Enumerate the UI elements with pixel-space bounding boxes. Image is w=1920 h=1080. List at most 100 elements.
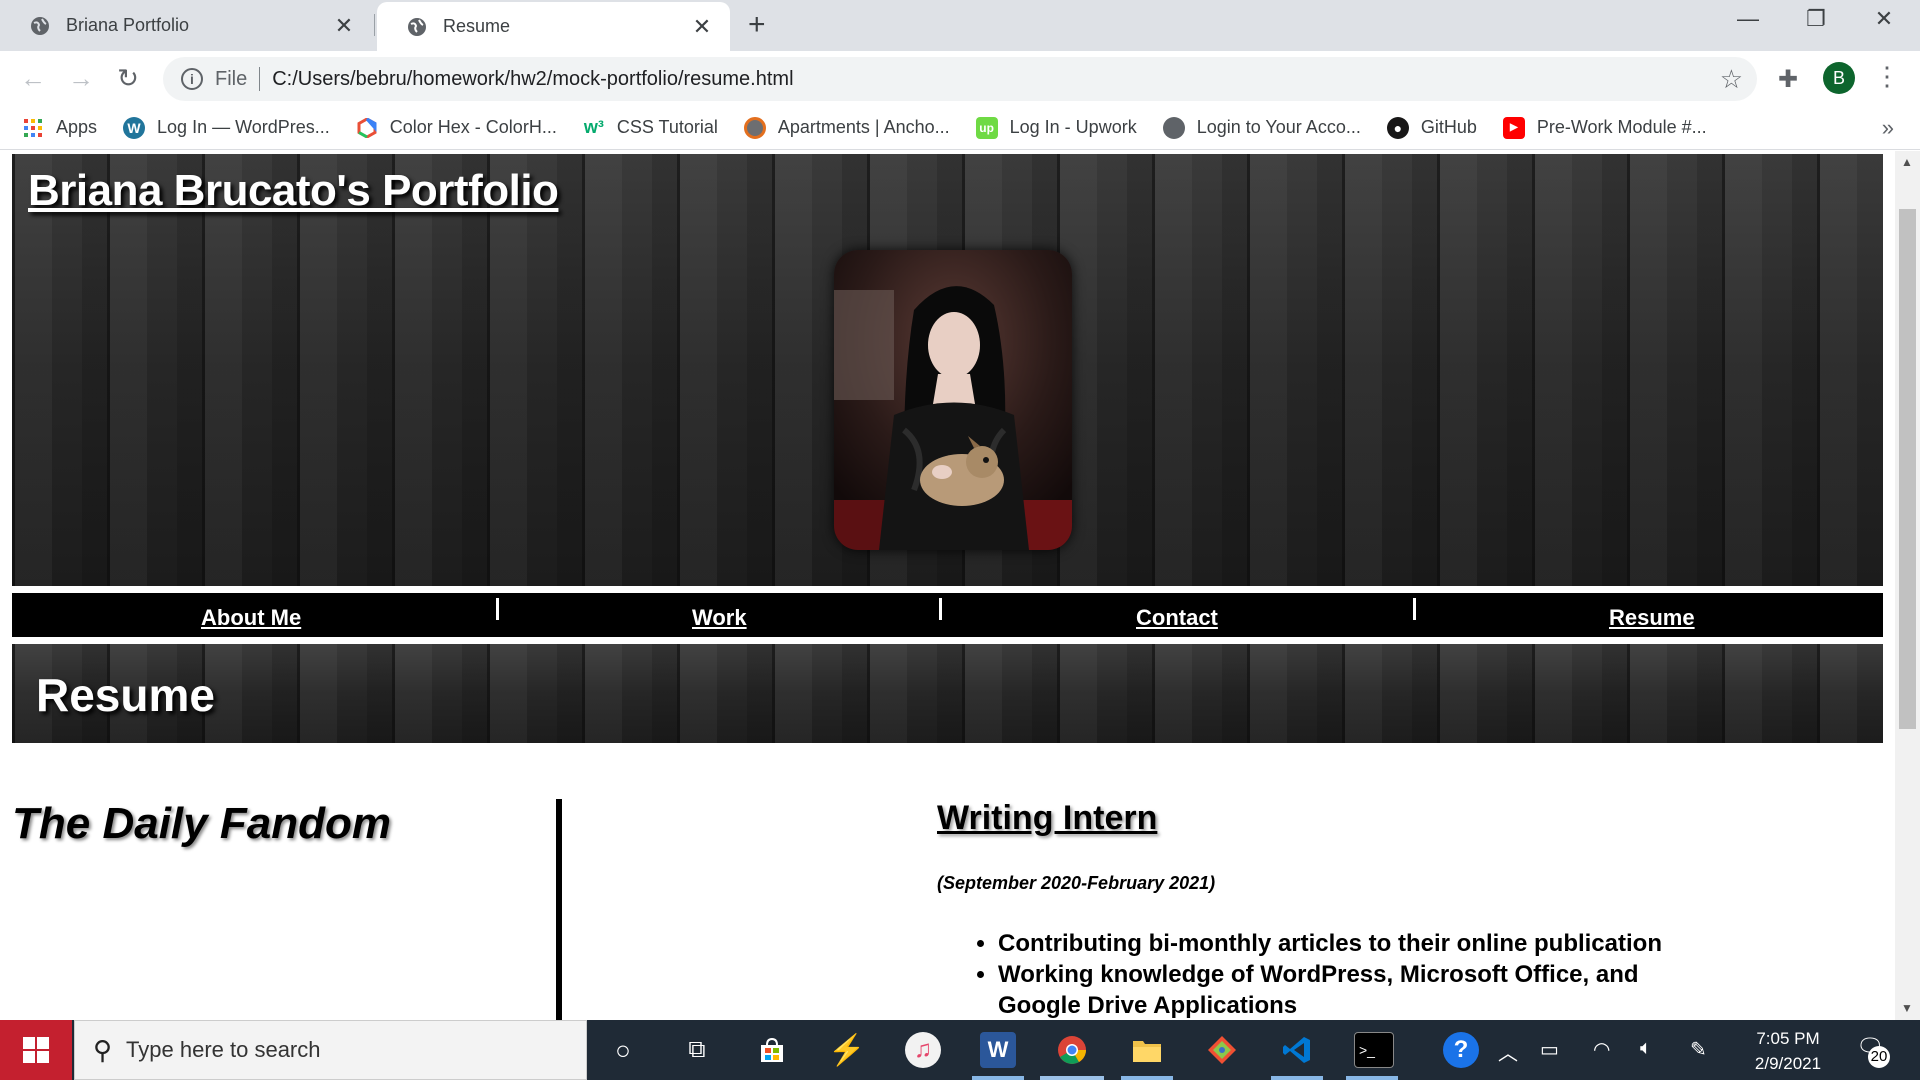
close-tab-icon[interactable]: ✕ <box>334 13 354 39</box>
profile-photo <box>834 250 1072 550</box>
itunes-icon[interactable]: ♫ <box>905 1032 941 1068</box>
nav-about-me[interactable]: About Me <box>201 605 301 631</box>
active-indicator <box>972 1076 1024 1080</box>
tab-briana-portfolio[interactable]: Briana Portfolio ✕ <box>0 0 372 51</box>
browser-toolbar: ← → ↻ i File C:/Users/bebru/homework/hw2… <box>0 51 1920 106</box>
main-nav: About Me Work Contact Resume <box>12 593 1883 637</box>
site-info-icon[interactable]: i <box>181 68 203 90</box>
address-bar[interactable]: i File C:/Users/bebru/homework/hw2/mock-… <box>163 57 1757 101</box>
w3schools-icon: w³ <box>583 117 604 137</box>
minimize-button[interactable]: — <box>1728 6 1768 32</box>
git-gui-icon[interactable] <box>1204 1032 1240 1068</box>
url-text[interactable]: C:/Users/bebru/homework/hw2/mock-portfol… <box>272 68 1719 91</box>
file-explorer-icon[interactable] <box>1129 1032 1165 1068</box>
column-divider <box>556 799 562 1020</box>
reload-button[interactable]: ↻ <box>113 63 143 93</box>
scrollbar-thumb[interactable] <box>1899 209 1916 729</box>
more-bookmarks-button[interactable]: » <box>1882 115 1894 141</box>
bookmarks-bar: Apps W Log In — WordPres... Color Hex - … <box>0 106 1920 150</box>
bookmark-label: Apps <box>56 117 98 137</box>
profile-avatar[interactable]: B <box>1823 62 1855 94</box>
clock-date: 2/9/2021 <box>1754 1054 1822 1073</box>
start-button[interactable] <box>0 1020 72 1080</box>
vscode-icon[interactable] <box>1279 1032 1315 1068</box>
action-center-button[interactable]: 🗨︎ 20 <box>1856 1034 1890 1068</box>
cortana-icon[interactable]: ○ <box>605 1032 641 1068</box>
nav-divider <box>1413 598 1416 620</box>
bookmark-upwork[interactable]: up Log In - Upwork <box>975 116 1137 139</box>
clock-time: 7:05 PM <box>1756 1029 1820 1048</box>
pen-icon[interactable]: ✎ <box>1690 1037 1707 1062</box>
windows-logo-icon <box>23 1037 49 1063</box>
wifi-icon[interactable]: ◠ <box>1593 1037 1610 1062</box>
globe-icon <box>1162 116 1185 139</box>
close-tab-icon[interactable]: ✕ <box>692 14 712 40</box>
taskbar-search[interactable]: ⚲ Type here to search <box>74 1020 587 1080</box>
store-icon[interactable] <box>754 1032 790 1068</box>
bookmark-apps[interactable]: Apps <box>22 117 97 139</box>
wordpress-icon: W <box>123 116 146 139</box>
job-title: Writing Intern <box>937 799 1158 837</box>
nav-work[interactable]: Work <box>692 605 747 631</box>
menu-dots-icon[interactable]: ⋮ <box>1874 61 1900 92</box>
bookmark-colorhex[interactable]: Color Hex - ColorH... <box>356 117 557 139</box>
nav-resume[interactable]: Resume <box>1609 605 1695 631</box>
terminal-icon[interactable]: >_ <box>1354 1032 1394 1068</box>
bookmark-github[interactable]: ● GitHub <box>1386 116 1477 139</box>
bookmark-css-tutorial[interactable]: w³ CSS Tutorial <box>583 117 718 139</box>
active-indicator <box>1271 1076 1323 1080</box>
search-placeholder: Type here to search <box>126 1037 321 1062</box>
chrome-icon[interactable] <box>1054 1032 1090 1068</box>
back-button[interactable]: ← <box>18 63 48 93</box>
show-hidden-icons-icon[interactable]: ︿ <box>1498 1037 1518 1066</box>
new-tab-button[interactable]: + <box>748 10 766 40</box>
tab-strip: Briana Portfolio ✕ Resume ✕ + — ❐ ✕ <box>0 0 1920 51</box>
omnibox-divider <box>259 67 261 91</box>
bookmark-label: GitHub <box>1420 117 1477 137</box>
close-window-button[interactable]: ✕ <box>1864 6 1904 32</box>
search-icon: ⚲ <box>93 1034 113 1065</box>
tab-separator <box>374 14 375 36</box>
battery-icon[interactable]: ▭ <box>1540 1037 1559 1062</box>
apartments-icon <box>743 116 766 139</box>
scroll-up-icon[interactable]: ▲ <box>1901 155 1913 169</box>
vertical-scrollbar[interactable]: ▲ ▼ <box>1895 151 1920 1020</box>
bookmark-login-account[interactable]: Login to Your Acco... <box>1162 116 1361 139</box>
extensions-puzzle-icon[interactable]: ✚ <box>1778 65 1798 94</box>
bookmark-star-icon[interactable]: ☆ <box>1720 64 1743 95</box>
job-dates: (September 2020-February 2021) <box>937 873 1216 893</box>
bookmark-wordpress[interactable]: W Log In — WordPres... <box>123 116 330 139</box>
visual-studio-feather-icon[interactable]: ⚡ <box>828 1032 865 1068</box>
bookmark-label: Log In - Upwork <box>1009 117 1137 137</box>
active-indicator <box>1121 1076 1173 1080</box>
task-view-icon[interactable]: ⧉ <box>679 1032 715 1068</box>
bookmark-apartments[interactable]: Apartments | Ancho... <box>743 116 950 139</box>
company-name: The Daily Fandom <box>12 799 391 848</box>
scroll-down-icon[interactable]: ▼ <box>1901 1001 1913 1015</box>
volume-icon[interactable]: 🔈︎ <box>1640 1037 1652 1060</box>
system-clock[interactable]: 7:05 PM 2/9/2021 <box>1740 1026 1836 1076</box>
nav-contact[interactable]: Contact <box>1136 605 1218 631</box>
hero-banner: Briana Brucato's Portfolio <box>12 154 1883 586</box>
section-title: Resume <box>36 669 215 721</box>
bookmark-prework[interactable]: ▶ Pre-Work Module #... <box>1502 116 1707 139</box>
site-title[interactable]: Briana Brucato's Portfolio <box>28 166 559 216</box>
nav-divider <box>939 598 942 620</box>
bookmark-label: Color Hex - ColorH... <box>389 117 557 137</box>
forward-button[interactable]: → <box>66 63 96 93</box>
notification-count: 20 <box>1868 1046 1890 1068</box>
windows-taskbar: ⚲ Type here to search ○ ⧉ ⚡ ♫ W >_ ? ︿ ▭… <box>0 1020 1920 1080</box>
bookmark-label: Pre-Work Module #... <box>1536 117 1707 137</box>
bookmark-label: CSS Tutorial <box>616 117 718 137</box>
colorhex-icon <box>356 117 378 139</box>
tab-resume[interactable]: Resume ✕ <box>377 2 730 51</box>
help-icon[interactable]: ? <box>1443 1032 1479 1068</box>
bookmark-label: Login to Your Acco... <box>1196 117 1361 137</box>
list-item: Working knowledge of WordPress, Microsof… <box>998 959 1718 1020</box>
active-indicator <box>1346 1076 1398 1080</box>
page-viewport: Briana Brucato's Portfolio About Me Work… <box>0 151 1920 1020</box>
globe-icon <box>408 17 426 36</box>
list-item: Contributing bi-monthly articles to thei… <box>998 928 1718 959</box>
word-icon[interactable]: W <box>980 1032 1016 1068</box>
restore-button[interactable]: ❐ <box>1796 6 1836 32</box>
